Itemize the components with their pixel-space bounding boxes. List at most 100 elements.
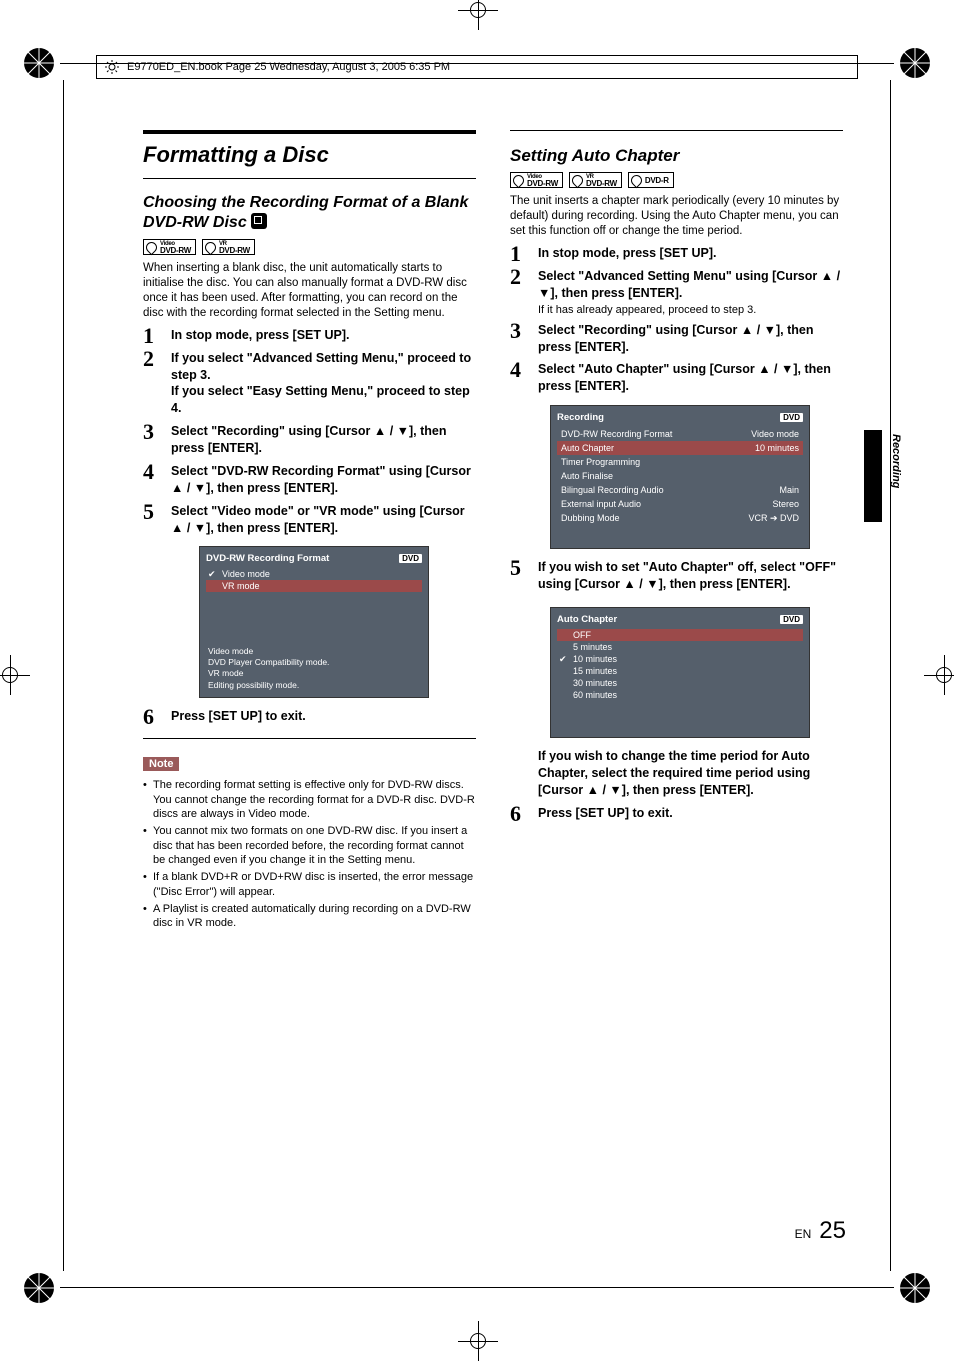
step-5: If you wish to set "Auto Chapter" off, s… xyxy=(510,559,843,798)
feature-icon xyxy=(251,213,267,229)
subsection-title: Choosing the Recording Format of a Blank… xyxy=(143,193,476,233)
disc-badges: VideoDVD-RW VRDVD-RW xyxy=(143,239,476,255)
note-item: The recording format setting is effectiv… xyxy=(143,778,476,821)
step-text: Select "DVD-RW Recording Format" using [… xyxy=(171,463,476,497)
reg-mark-tr xyxy=(898,46,932,80)
step-text: If you wish to set "Auto Chapter" off, s… xyxy=(538,559,843,593)
osd-option: 60 minutes xyxy=(557,689,803,701)
osd-tag: DVD xyxy=(780,615,803,624)
step-4: Select "Auto Chapter" using [Cursor ▲ / … xyxy=(510,361,843,549)
cross-mark xyxy=(924,655,954,695)
osd-desc: Video mode DVD Player Compatibility mode… xyxy=(206,646,422,690)
reg-mark-tl xyxy=(22,46,56,80)
step-subtext: If it has already appeared, proceed to s… xyxy=(538,304,843,316)
reg-mark-bl xyxy=(22,1271,56,1305)
step-text: Select "Advanced Setting Menu" using [Cu… xyxy=(538,268,843,302)
rule xyxy=(143,738,476,739)
step-6: Press [SET UP] to exit. xyxy=(143,708,476,725)
badge-dvdrw-video: VideoDVD-RW xyxy=(510,172,563,188)
step-1: In stop mode, press [SET UP]. xyxy=(510,245,843,262)
reg-mark-br xyxy=(898,1271,932,1305)
note-item: You cannot mix two formats on one DVD-RW… xyxy=(143,824,476,867)
file-info-text: E9770ED_EN.book Page 25 Wednesday, Augus… xyxy=(127,61,450,73)
step-5: Select "Video mode" or "VR mode" using [… xyxy=(143,503,476,698)
note-item: A Playlist is created automatically duri… xyxy=(143,902,476,931)
osd-tag: DVD xyxy=(399,554,422,563)
steps-list: In stop mode, press [SET UP]. If you sel… xyxy=(143,327,476,725)
file-header: E9770ED_EN.book Page 25 Wednesday, Augus… xyxy=(96,55,858,79)
osd-row: Auto Chapter10 minutes xyxy=(557,441,803,455)
step-text: If you select "Advanced Setting Menu," p… xyxy=(171,350,476,418)
step-2: If you select "Advanced Setting Menu," p… xyxy=(143,350,476,418)
crop-line xyxy=(60,1287,894,1288)
intro-text: The unit inserts a chapter mark periodic… xyxy=(510,194,843,239)
osd-option: 5 minutes xyxy=(557,641,803,653)
side-tab xyxy=(864,430,882,522)
disc-badges: VideoDVD-RW VRDVD-RW DVD-R xyxy=(510,172,843,188)
osd-row: Auto Finalise xyxy=(557,469,803,483)
step-4: Select "DVD-RW Recording Format" using [… xyxy=(143,463,476,497)
osd-option: VR mode xyxy=(206,580,422,592)
osd-title: Recording xyxy=(557,412,604,423)
osd-option: ✔Video mode xyxy=(206,568,422,580)
right-column: Setting Auto Chapter VideoDVD-RW VRDVD-R… xyxy=(510,130,843,933)
step-text: In stop mode, press [SET UP]. xyxy=(538,245,843,262)
lang-code: EN xyxy=(795,1227,812,1241)
cross-mark xyxy=(0,655,30,695)
content: Formatting a Disc Choosing the Recording… xyxy=(143,130,843,933)
step-2: Select "Advanced Setting Menu" using [Cu… xyxy=(510,268,843,316)
page-num: 25 xyxy=(819,1217,846,1245)
note-item: If a blank DVD+R or DVD+RW disc is inser… xyxy=(143,870,476,899)
osd-auto-chapter: Auto Chapter DVD OFF 5 minutes ✔10 minute… xyxy=(550,607,810,738)
steps-list: In stop mode, press [SET UP]. Select "Ad… xyxy=(510,245,843,821)
step-3: Select "Recording" using [Cursor ▲ / ▼],… xyxy=(510,322,843,356)
osd-option: 30 minutes xyxy=(557,677,803,689)
note-label: Note xyxy=(143,757,179,771)
osd-row: External input AudioStereo xyxy=(557,497,803,511)
step-text: In stop mode, press [SET UP]. xyxy=(171,327,476,344)
osd-tag: DVD xyxy=(780,413,803,422)
osd-row: DVD-RW Recording FormatVideo mode xyxy=(557,427,803,441)
rule xyxy=(143,130,476,134)
step-6: Press [SET UP] to exit. xyxy=(510,805,843,822)
step-1: In stop mode, press [SET UP]. xyxy=(143,327,476,344)
rule xyxy=(143,178,476,179)
osd-row: Dubbing ModeVCR ➔ DVD xyxy=(557,511,803,526)
osd-title: Auto Chapter xyxy=(557,614,617,625)
osd-recording-menu: Recording DVD DVD-RW Recording FormatVide… xyxy=(550,405,810,549)
osd-option: OFF xyxy=(557,629,803,641)
cross-mark xyxy=(458,1321,498,1361)
side-tab-label: Recording xyxy=(890,434,902,488)
osd-row: Bilingual Recording AudioMain xyxy=(557,483,803,497)
rule xyxy=(510,130,843,131)
page: E9770ED_EN.book Page 25 Wednesday, Augus… xyxy=(0,0,954,1351)
badge-dvdrw-vr: VRDVD-RW xyxy=(202,239,255,255)
step-text: If you wish to change the time period fo… xyxy=(538,748,843,799)
osd-row: Timer Programming xyxy=(557,455,803,469)
sun-icon xyxy=(105,60,119,74)
step-text: Select "Recording" using [Cursor ▲ / ▼],… xyxy=(538,322,843,356)
step-text: Select "Auto Chapter" using [Cursor ▲ / … xyxy=(538,361,843,395)
osd-recording-format: DVD-RW Recording Format DVD ✔Video mode V… xyxy=(199,546,429,697)
osd-title: DVD-RW Recording Format xyxy=(206,553,329,564)
badge-dvdrw-vr: VRDVD-RW xyxy=(569,172,622,188)
step-text: Select "Video mode" or "VR mode" using [… xyxy=(171,503,476,537)
page-number: EN 25 xyxy=(795,1217,846,1245)
step-text: Press [SET UP] to exit. xyxy=(538,805,843,822)
left-column: Formatting a Disc Choosing the Recording… xyxy=(143,130,476,933)
subsection-text: Choosing the Recording Format of a Blank… xyxy=(143,194,468,231)
badge-dvdrw-video: VideoDVD-RW xyxy=(143,239,196,255)
step-3: Select "Recording" using [Cursor ▲ / ▼],… xyxy=(143,423,476,457)
crop-line xyxy=(63,80,64,1271)
crop-line xyxy=(890,80,891,1271)
step-text: Press [SET UP] to exit. xyxy=(171,708,476,725)
cross-mark xyxy=(458,0,498,30)
badge-dvdr: DVD-R xyxy=(628,172,674,188)
section-title: Formatting a Disc xyxy=(143,142,476,168)
notes-list: The recording format setting is effectiv… xyxy=(143,778,476,930)
step-text: Select "Recording" using [Cursor ▲ / ▼],… xyxy=(171,423,476,457)
osd-option: ✔10 minutes xyxy=(557,653,803,665)
intro-text: When inserting a blank disc, the unit au… xyxy=(143,261,476,321)
osd-option: 15 minutes xyxy=(557,665,803,677)
subsection-title: Setting Auto Chapter xyxy=(510,145,843,166)
